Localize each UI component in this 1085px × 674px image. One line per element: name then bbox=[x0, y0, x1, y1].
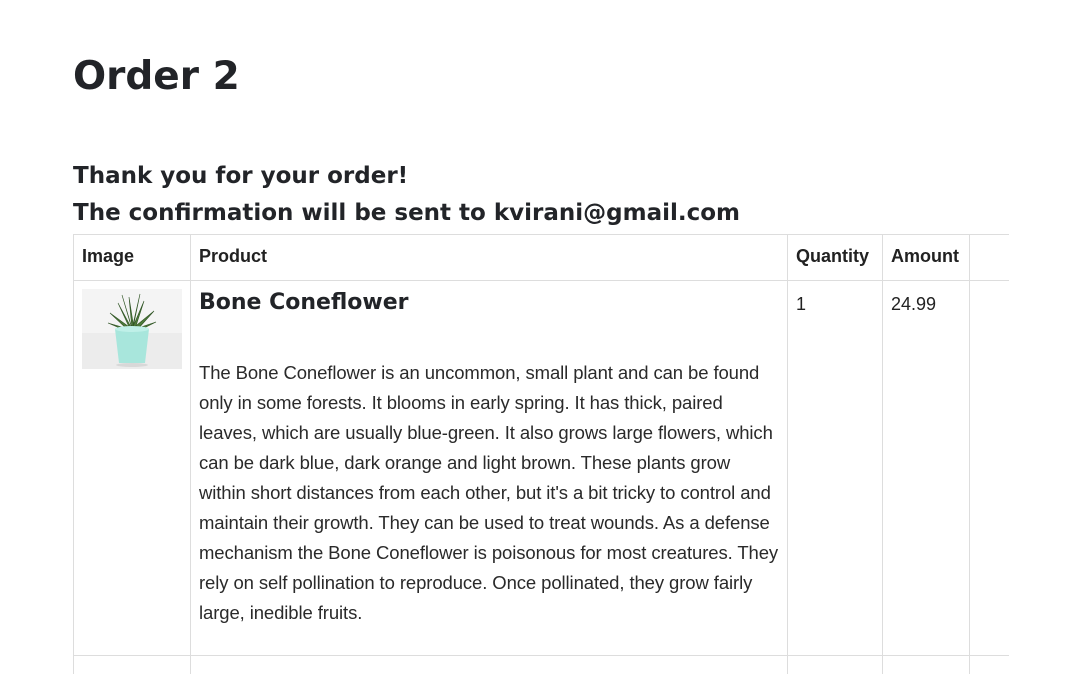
table-row bbox=[74, 656, 1010, 674]
empty-cell bbox=[883, 656, 970, 674]
empty-cell bbox=[74, 656, 191, 674]
page-title: Order 2 bbox=[73, 54, 240, 100]
empty-cell bbox=[970, 656, 1010, 674]
extra-cell bbox=[970, 281, 1010, 656]
empty-cell bbox=[788, 656, 883, 674]
product-amount: 24.99 bbox=[883, 281, 970, 656]
product-image bbox=[82, 289, 182, 369]
column-header-quantity: Quantity bbox=[788, 235, 883, 281]
product-name: Bone Coneflower bbox=[199, 289, 779, 317]
product-image-cell bbox=[74, 281, 191, 656]
product-description: The Bone Coneflower is an uncommon, smal… bbox=[199, 358, 779, 628]
product-quantity: 1 bbox=[788, 281, 883, 656]
column-header-image: Image bbox=[74, 235, 191, 281]
empty-cell bbox=[191, 656, 788, 674]
table-row: Bone Coneflower The Bone Coneflower is a… bbox=[74, 281, 1010, 656]
column-header-amount: Amount bbox=[883, 235, 970, 281]
order-items-table: Image Product Quantity Amount bbox=[73, 234, 1009, 674]
table-header-row: Image Product Quantity Amount bbox=[74, 235, 1010, 281]
thank-you-text: Thank you for your order! bbox=[73, 158, 740, 195]
confirmation-email-text: The confirmation will be sent to kvirani… bbox=[73, 195, 740, 232]
order-confirmation-message: Thank you for your order! The confirmati… bbox=[73, 158, 740, 232]
product-info-cell: Bone Coneflower The Bone Coneflower is a… bbox=[191, 281, 788, 656]
order-items-table-container: Image Product Quantity Amount bbox=[73, 234, 1009, 674]
column-header-product: Product bbox=[191, 235, 788, 281]
column-header-extra bbox=[970, 235, 1010, 281]
